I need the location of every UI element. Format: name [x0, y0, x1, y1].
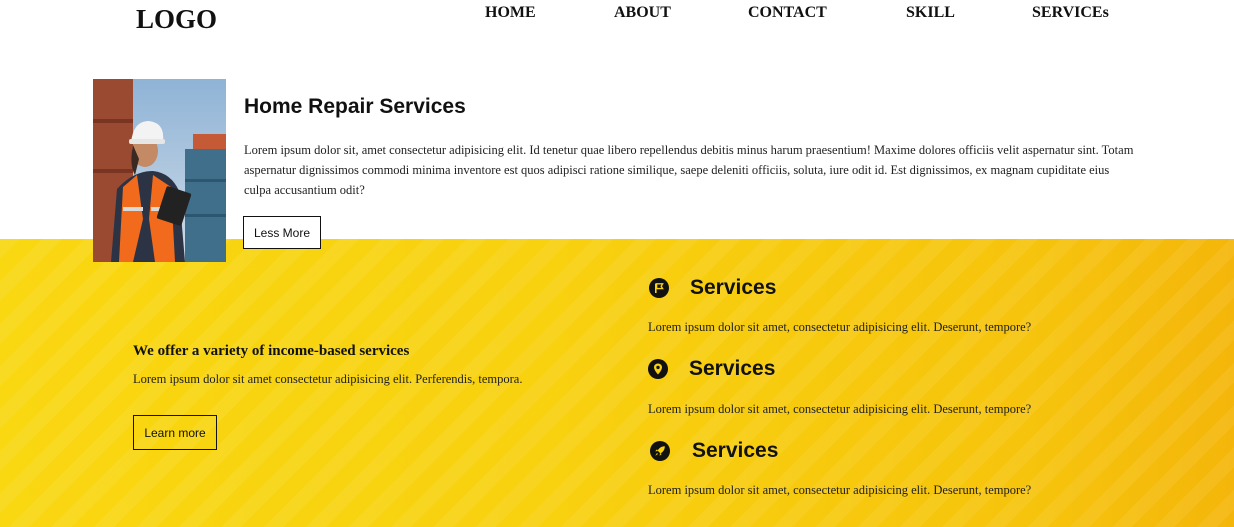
nav-services[interactable]: SERVICEs — [1032, 4, 1109, 22]
service-title-1: Services — [690, 276, 777, 299]
nav-skill[interactable]: SKILL — [906, 4, 955, 22]
nav-contact[interactable]: CONTACT — [748, 4, 827, 22]
rocket-icon — [650, 441, 670, 461]
service-text-2: Lorem ipsum dolor sit amet, consectetur … — [648, 402, 1032, 416]
nav-about[interactable]: ABOUT — [614, 4, 671, 22]
less-more-button[interactable]: Less More — [243, 216, 321, 249]
service-text-1: Lorem ipsum dolor sit amet, consectetur … — [648, 320, 1032, 334]
service-text-3: Lorem ipsum dolor sit amet, consectetur … — [648, 483, 1032, 497]
service-title-2: Services — [689, 357, 776, 380]
hero-image-worker — [93, 79, 226, 262]
offer-title: We offer a variety of income-based servi… — [133, 343, 410, 359]
learn-more-button[interactable]: Learn more — [133, 415, 217, 450]
flag-icon — [649, 278, 669, 298]
hero-title: Home Repair Services — [244, 95, 466, 118]
nav-home[interactable]: HOME — [485, 4, 536, 22]
logo[interactable]: LOGO — [136, 4, 217, 35]
hero-description: Lorem ipsum dolor sit, amet consectetur … — [244, 143, 1134, 197]
service-title-3: Services — [692, 439, 779, 462]
map-marker-icon — [648, 359, 668, 379]
offer-description: Lorem ipsum dolor sit amet consectetur a… — [133, 372, 523, 386]
